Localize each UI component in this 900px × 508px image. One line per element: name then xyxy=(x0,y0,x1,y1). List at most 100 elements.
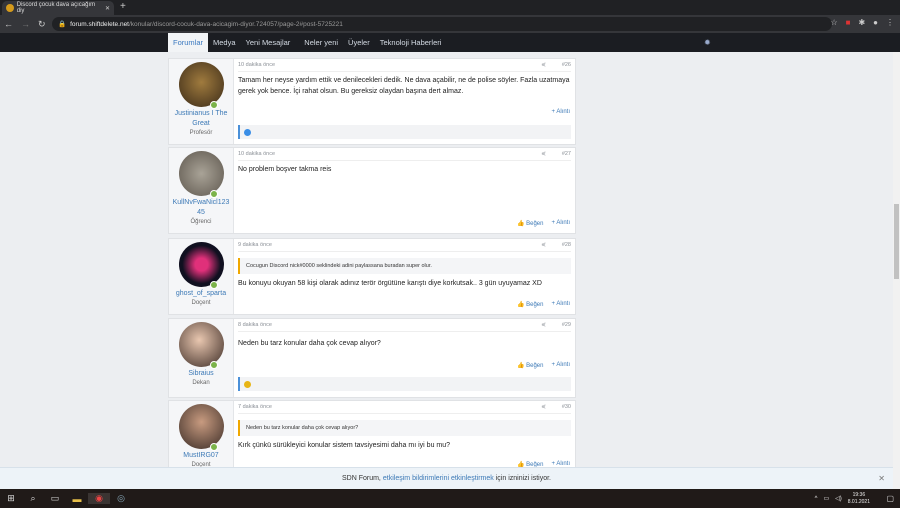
close-tab-icon[interactable]: ✕ xyxy=(105,5,110,12)
scrollbar-thumb[interactable] xyxy=(894,204,899,279)
post-number[interactable]: #30 xyxy=(562,404,571,410)
action-center-icon[interactable]: ▢ xyxy=(886,494,894,503)
quote-button[interactable]: + Alıntı xyxy=(551,109,570,115)
search-icon[interactable]: ⌕ xyxy=(22,493,44,504)
like-label: Beğen xyxy=(526,221,544,227)
browser-tabbar: Discord çocuk dava açıcağım diy ✕ + xyxy=(0,0,900,15)
nav-neler-yeni[interactable]: Neler yeni xyxy=(299,33,343,52)
post-time[interactable]: 7 dakika önce xyxy=(238,404,272,410)
share-icon[interactable]: ⋞ xyxy=(541,151,546,157)
post-body: Kırk çünkü sürükleyici konular sistem ta… xyxy=(238,442,451,449)
notice-text-end: için izninizi istiyor. xyxy=(495,475,551,482)
quote-block: Cocugun Discord nick#0000 seklindeki adi… xyxy=(238,258,571,274)
like-button[interactable]: 👍 Beğen xyxy=(517,220,544,227)
online-indicator xyxy=(209,443,218,451)
share-icon[interactable]: ⋞ xyxy=(541,404,546,410)
lock-icon: 🔒 xyxy=(58,21,67,28)
post: Sibraius Dekan 8 dakika önce ⋞ #29 Neden bu… xyxy=(168,318,576,398)
chrome-icon[interactable]: ◉ xyxy=(88,493,110,504)
share-icon[interactable]: ⋞ xyxy=(541,62,546,68)
star-icon[interactable]: ☆ xyxy=(830,18,837,27)
windows-start-icon[interactable]: ⊞ xyxy=(0,493,22,504)
username[interactable]: ghost_of_sparta xyxy=(169,289,233,299)
scrollbar[interactable] xyxy=(893,52,900,489)
post-time[interactable]: 10 dakika önce xyxy=(238,62,275,68)
nav-yeni-mesajlar[interactable]: Yeni Mesajlar xyxy=(241,33,296,52)
post-time[interactable]: 8 dakika önce xyxy=(238,322,272,328)
user-title: Profesör xyxy=(189,130,213,136)
task-view-icon[interactable]: ▭ xyxy=(44,493,66,504)
notice-text: SDN Forum, xyxy=(341,475,381,482)
post-time[interactable]: 9 dakika önce xyxy=(238,242,272,248)
post: ghost_of_sparta Doçent 9 dakika önce ⋞ #28 … xyxy=(168,238,576,315)
avatar[interactable] xyxy=(178,322,224,369)
online-indicator xyxy=(209,190,218,198)
clock[interactable]: 19:36 8.01.2021 xyxy=(848,492,870,506)
url-path: /konular/discord-cocuk-dava-acicagim-diy… xyxy=(129,20,343,28)
extension-icon[interactable]: ■ xyxy=(846,18,851,27)
close-icon[interactable]: ✕ xyxy=(878,474,885,483)
like-button[interactable]: 👍 Beğen xyxy=(517,362,544,369)
online-indicator xyxy=(209,281,218,289)
post-number[interactable]: #27 xyxy=(562,151,571,157)
volume-icon[interactable]: ◁) xyxy=(835,495,842,502)
quote-button[interactable]: + Alıntı xyxy=(551,220,570,227)
settings-icon[interactable]: ✹ xyxy=(704,38,711,47)
username[interactable]: KullNvFwaNicl12345 xyxy=(169,198,233,218)
clock-time: 19:36 xyxy=(852,491,866,498)
avatar[interactable] xyxy=(178,62,224,109)
nav-forumlar[interactable]: Forumlar xyxy=(168,33,209,52)
tray-chevron-icon[interactable]: ^ xyxy=(815,496,818,502)
reactions-bar[interactable] xyxy=(238,125,571,139)
post-body: Tamam her neyse yardım ettik ve denilece… xyxy=(238,77,570,95)
windows-taskbar: ⊞ ⌕ ▭ ▬ ◉ ◎ ^ ▭ ◁) 19:36 8.01.2021 ▢ xyxy=(0,489,900,508)
post-number[interactable]: #28 xyxy=(562,242,571,248)
puzzle-icon[interactable]: ✱ xyxy=(858,18,865,27)
avatar[interactable] xyxy=(178,404,224,451)
share-icon[interactable]: ⋞ xyxy=(541,322,546,328)
forward-icon[interactable]: → xyxy=(21,19,30,29)
avatar[interactable] xyxy=(178,242,224,289)
post-body: No problem boşver takma reis xyxy=(238,166,332,173)
steam-icon[interactable]: ◎ xyxy=(110,493,132,504)
like-button[interactable]: 👍 Beğen xyxy=(517,301,544,308)
username[interactable]: Justinianus I The Great xyxy=(169,109,233,129)
username[interactable]: MustIRG07 xyxy=(169,451,233,461)
browser-tab[interactable]: Discord çocuk dava açıcağım diy ✕ xyxy=(2,1,114,15)
share-icon[interactable]: ⋞ xyxy=(541,242,546,248)
enable-notifications-link[interactable]: etkileşim bildirimlerini etkinleştirmek xyxy=(383,475,494,482)
online-indicator xyxy=(209,361,218,369)
nav-uyeler[interactable]: Üyeler xyxy=(343,33,375,52)
profile-avatar[interactable]: ● xyxy=(873,18,878,27)
post-body: Bu konuyu okuyan 58 kişi olarak adınız t… xyxy=(238,280,542,287)
avatar[interactable] xyxy=(178,151,224,198)
url-field[interactable]: 🔒 forum.shiftdelete.net/konular/discord-c… xyxy=(52,17,832,31)
like-reaction-icon xyxy=(244,128,251,136)
reload-icon[interactable]: ↻ xyxy=(38,19,46,30)
post-time[interactable]: 10 dakika önce xyxy=(238,151,275,157)
user-title: Dekan xyxy=(192,380,210,386)
like-label: Beğen xyxy=(526,302,544,308)
nav-medya[interactable]: Medya xyxy=(208,33,241,52)
file-explorer-icon[interactable]: ▬ xyxy=(66,494,88,504)
clock-date: 8.01.2021 xyxy=(847,498,870,505)
menu-icon[interactable]: ⋮ xyxy=(886,18,894,27)
quote-button[interactable]: + Alıntı xyxy=(551,301,570,308)
nav-teknoloji-haberleri[interactable]: Teknoloji Haberleri xyxy=(375,33,447,52)
favicon-icon xyxy=(6,4,14,12)
post-body: Neden bu tarz konular daha çok cevap alı… xyxy=(238,340,381,347)
post: Justinianus I The Great Profesör 10 dakik… xyxy=(168,58,576,145)
new-tab-button[interactable]: + xyxy=(120,1,126,12)
back-icon[interactable]: ← xyxy=(4,19,13,29)
url-host: forum.shiftdelete.net xyxy=(70,20,129,28)
quote-button[interactable]: + Alıntı xyxy=(551,362,570,369)
username[interactable]: Sibraius xyxy=(169,369,233,379)
address-bar-row: ← → ↻ 🔒 forum.shiftdelete.net/konular/disco… xyxy=(0,15,900,33)
post-number[interactable]: #29 xyxy=(562,322,571,328)
network-icon[interactable]: ▭ xyxy=(823,495,829,502)
post: KullNvFwaNicl12345 Öğrenci 10 dakika önce… xyxy=(168,147,576,234)
online-indicator xyxy=(209,101,218,109)
post-number[interactable]: #26 xyxy=(562,62,571,68)
haha-reaction-icon xyxy=(244,380,251,388)
reactions-bar[interactable] xyxy=(238,377,571,391)
